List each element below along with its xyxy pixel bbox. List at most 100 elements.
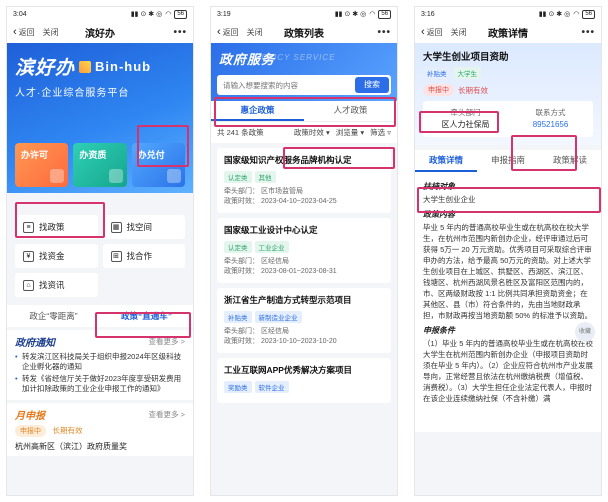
- favorite-button[interactable]: 收藏: [575, 322, 595, 342]
- money-icon: ¥: [23, 250, 34, 262]
- tab-policy-interpretation[interactable]: 政策解读: [539, 150, 601, 172]
- tile-permit[interactable]: 办许可: [15, 143, 69, 187]
- close-button[interactable]: 关闭: [43, 27, 59, 38]
- quick-tiles: 办许可 办资质 办兑付: [15, 143, 185, 187]
- tile-payment[interactable]: 办兑付: [131, 143, 185, 187]
- audience-tag: 大学生: [453, 67, 481, 79]
- more-menu-button[interactable]: •••: [581, 27, 595, 38]
- back-chevron-icon[interactable]: ‹: [421, 26, 425, 38]
- nav-bar: ‹ 返回 关闭 滨好办 •••: [7, 21, 193, 43]
- filter-validity-dropdown[interactable]: 政策时效 ▾: [294, 127, 330, 138]
- close-button[interactable]: 关闭: [451, 27, 467, 38]
- industry-tag: 其他: [254, 171, 276, 183]
- policy-content: 扶持对象 大学生创业企业 政策内容 毕业 5 年内的普通高校毕业生或在杭高校在校…: [415, 172, 601, 432]
- card-title: 浙江省生产制造方式转型示范项目: [224, 295, 352, 305]
- lead-department: 牵头部门： 区经信局: [224, 328, 289, 335]
- project-title[interactable]: 杭州高新区（滨江）政府质量奖: [15, 441, 185, 452]
- signal-icon: ▮▮ ⊙ ✱ ◎: [538, 11, 571, 18]
- policy-card[interactable]: 国家级工业设计中心认定 认定类 工业企业 牵头部门： 区经信局 政策时效： 202…: [217, 218, 391, 283]
- gov-notice-section: 政府通知 查看更多 > 转发滨江区科技局关于组织申报2024年区级科技企业孵化器…: [7, 330, 193, 400]
- contact-label: 联系方式: [535, 108, 566, 117]
- payment-icon: [166, 169, 181, 183]
- tile-qualification[interactable]: 办资质: [73, 143, 127, 187]
- industry-tag: 工业企业: [254, 241, 289, 253]
- industry-tag: 软件企业: [254, 381, 289, 393]
- category-tag: 补贴类: [224, 311, 252, 323]
- service-find-funds[interactable]: ¥ 找资金: [15, 244, 98, 268]
- section-heading: 扶持对象: [423, 182, 455, 191]
- dept-value: 区人力社保局: [441, 120, 490, 129]
- card-title: 国家级知识产权服务品牌机构认定: [224, 155, 352, 165]
- battery-icon: 56: [378, 9, 391, 19]
- policy-header: 大学生创业项目资助 补贴类 大学生 申报中 长期有效 牵头部门 区人力社保局 联系方…: [415, 43, 601, 145]
- more-menu-button[interactable]: •••: [173, 27, 187, 38]
- news-icon: ⌂: [23, 279, 34, 291]
- back-chevron-icon[interactable]: ‹: [217, 26, 221, 38]
- brand-name-cn: 滨好办: [15, 58, 76, 79]
- tab-apply-guide[interactable]: 申报指南: [477, 150, 539, 172]
- list-item[interactable]: 转发滨江区科技局关于组织申报2024年区级科技企业孵化器的通知: [15, 352, 185, 372]
- search-input[interactable]: [223, 80, 355, 90]
- nav-bar: ‹ 返回 关闭 政策列表 •••: [211, 21, 397, 43]
- page-title: 政策详情: [488, 28, 528, 40]
- policy-channel-tabs: 政企“零距离” 政策“直通车”: [7, 305, 193, 327]
- status-time: 3:04: [13, 10, 27, 18]
- list-item[interactable]: 转发《省经信厅关于做好2023年度享受研发费用加计扣除政策的工业企业申报工作的通…: [15, 374, 185, 394]
- back-button[interactable]: 返回: [19, 27, 35, 38]
- validity-period: 政策时效： 2023-10-10~2023-10-20: [224, 338, 337, 345]
- policy-card[interactable]: 浙江省生产制造方式转型示范项目 补贴类 新制造业企业 牵头部门： 区经信局 政策时…: [217, 288, 391, 353]
- filter-bar: 共 241 条政策 政策时效 ▾ 浏览量 ▾ 筛选 ▿: [211, 121, 397, 143]
- validity-period: 政策时效： 2023-04-10~2023-04-25: [224, 198, 337, 205]
- signal-icon: ▮▮ ⊙ ✱ ◎: [130, 11, 163, 18]
- back-chevron-icon[interactable]: ‹: [13, 26, 17, 38]
- service-find-cooperation[interactable]: ⊞ 找合作: [102, 244, 185, 268]
- filter-views-dropdown[interactable]: 浏览量 ▾: [336, 127, 364, 138]
- close-button[interactable]: 关闭: [247, 27, 263, 38]
- tab-gov-enterprise[interactable]: 政企“零距离”: [7, 305, 100, 327]
- brand-name-en: Bin-hub: [95, 59, 152, 74]
- battery-icon: 56: [174, 9, 187, 19]
- tab-enterprise-policy[interactable]: 惠企政策: [211, 101, 304, 121]
- search-button[interactable]: 搜索: [355, 77, 389, 93]
- battery-icon: 56: [582, 9, 595, 19]
- section-title: 政府通知: [15, 338, 55, 349]
- service-find-news[interactable]: ⌂ 找资讯: [15, 273, 98, 297]
- policy-card[interactable]: 工业互联网APP优秀解决方案项目 奖励类 软件企业: [217, 358, 391, 403]
- industry-tag: 新制造业企业: [254, 311, 302, 323]
- policy-card[interactable]: 国家级知识产权服务品牌机构认定 认定类 其他 牵头部门： 区市场监管局 政策时效：…: [217, 148, 391, 213]
- lead-department: 牵头部门： 区经信局: [224, 258, 289, 265]
- detail-tabs: 政策详情 申报指南 政策解读: [415, 150, 601, 172]
- see-more-link[interactable]: 查看更多 >: [149, 336, 185, 347]
- back-button[interactable]: 返回: [223, 27, 239, 38]
- service-find-policy[interactable]: ≡ 找政策: [15, 215, 98, 239]
- lead-department: 牵头部门： 区市场监管局: [224, 188, 303, 195]
- tab-policy-detail[interactable]: 政策详情: [415, 150, 477, 172]
- more-menu-button[interactable]: •••: [377, 27, 391, 38]
- qualification-icon: [108, 169, 123, 183]
- back-button[interactable]: 返回: [427, 27, 443, 38]
- wifi-icon: ◠: [573, 11, 580, 18]
- signal-icon: ▮▮ ⊙ ✱ ◎: [334, 11, 367, 18]
- permit-icon: [50, 169, 65, 183]
- filter-more-button[interactable]: 筛选 ▿: [370, 127, 391, 138]
- document-icon: ≡: [23, 221, 34, 233]
- section-title: 月申报: [15, 411, 45, 422]
- see-more-link[interactable]: 查看更多 >: [149, 409, 185, 420]
- service-find-space[interactable]: ▦ 找空间: [102, 215, 185, 239]
- brand-slogan: 人才·企业综合服务平台: [15, 88, 130, 99]
- phone-screen-policy-detail: 3:16 ▮▮ ⊙ ✱ ◎ ◠ 56 ‹ 返回 关闭 政策详情 ••• 大学生创…: [414, 6, 602, 496]
- tab-policy-express[interactable]: 政策“直通车”: [100, 305, 193, 327]
- monthly-apply-section: 月申报 查看更多 > 申报中 长期有效 杭州高新区（滨江）政府质量奖: [7, 403, 193, 456]
- policy-text: 毕业 5 年内的普通高校毕业生或在杭高校在校大学生，在杭州市范围内新创办企业，经…: [423, 223, 593, 320]
- search-bar: 搜索: [217, 75, 391, 95]
- tab-talent-policy[interactable]: 人才政策: [304, 101, 397, 121]
- contact-phone-link[interactable]: 89521656: [508, 119, 593, 131]
- service-banner: 政府服务 POLICY SERVICE 搜索: [211, 43, 397, 101]
- brand-logo: 滨好办 Bin-hub: [15, 53, 185, 80]
- status-bar: 3:04 ▮▮ ⊙ ✱ ◎ ◠ 56: [7, 7, 193, 21]
- status-time: 3:19: [217, 10, 231, 18]
- handshake-icon: ⊞: [110, 250, 122, 262]
- page-title: 政策列表: [284, 28, 324, 40]
- banner-ghost-text: POLICY SERVICE: [255, 53, 336, 62]
- building-icon: ▦: [110, 221, 122, 233]
